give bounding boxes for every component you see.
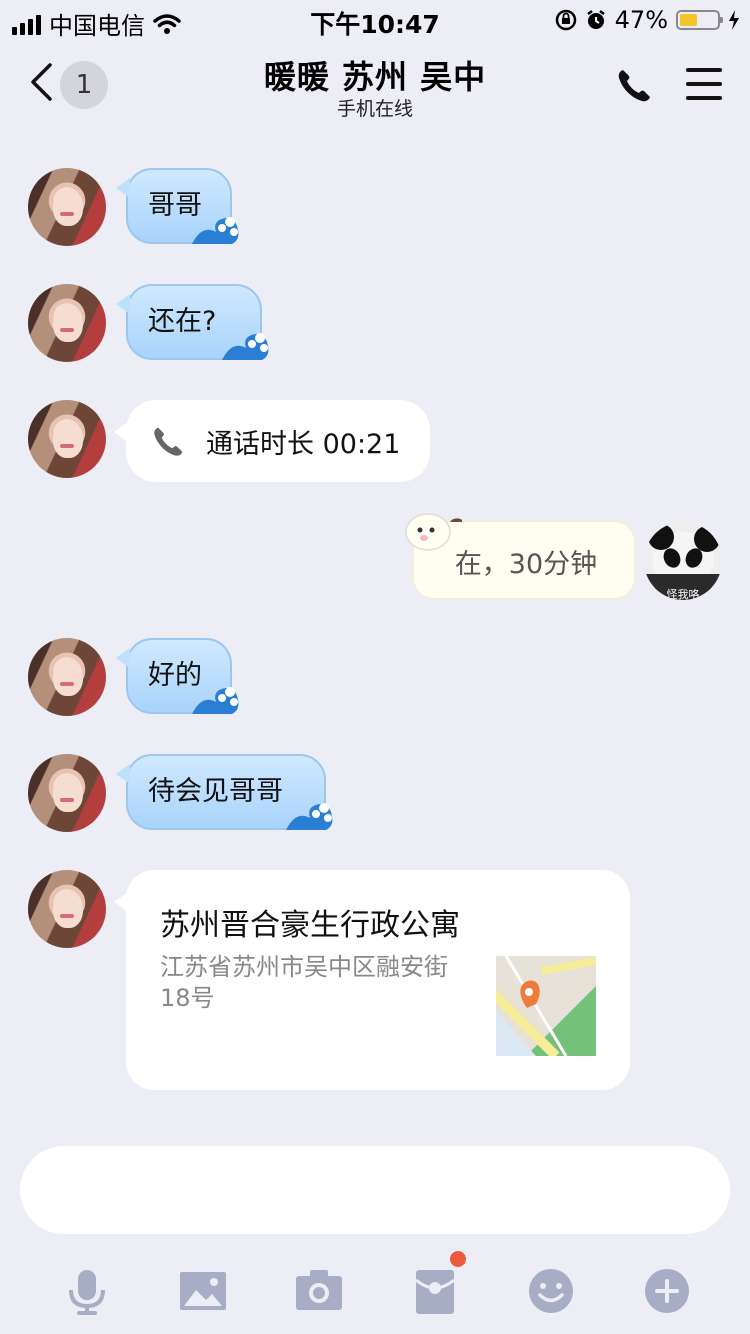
message-bubble[interactable]: 哥哥 <box>116 168 239 244</box>
rotation-lock-icon <box>555 9 576 31</box>
call-duration: 通话时长 00:21 <box>206 429 401 460</box>
sheep-decoration-icon <box>405 513 462 551</box>
menu-icon[interactable] <box>686 68 722 100</box>
avatar-caption: 怪我咯 <box>666 588 700 600</box>
location-card[interactable]: 苏州晋合豪生行政公寓 江苏省苏州市吴中区融安街18号 <box>114 870 630 1090</box>
avatar[interactable] <box>28 284 106 362</box>
wave-decoration-icon <box>192 687 239 714</box>
alarm-icon <box>586 10 605 29</box>
map-thumbnail-icon <box>496 956 596 1056</box>
red-packet-icon[interactable] <box>410 1266 460 1316</box>
battery-icon <box>676 10 723 30</box>
camera-icon[interactable] <box>294 1266 344 1316</box>
chat-header: 1 暖暖 苏州 吴中 手机在线 <box>0 40 750 128</box>
notification-dot <box>448 1249 468 1269</box>
avatar[interactable] <box>28 870 106 948</box>
message-text: 待会见哥哥 <box>148 776 283 807</box>
my-avatar[interactable]: 怪我咯 <box>644 522 722 600</box>
message-bubble[interactable]: 好的 <box>116 638 239 714</box>
call-record-bubble[interactable]: 通话时长 00:21 <box>114 400 430 482</box>
avatar[interactable] <box>28 754 106 832</box>
wave-decoration-icon <box>286 803 333 830</box>
charging-icon <box>729 10 739 30</box>
phone-icon <box>154 427 183 456</box>
emoji-icon[interactable] <box>526 1266 576 1316</box>
location-address: 江苏省苏州市吴中区融安街18号 <box>160 953 448 1012</box>
status-bar: 中国电信 下午10:47 47% <box>0 0 750 40</box>
avatar[interactable] <box>28 168 106 246</box>
avatar[interactable] <box>28 638 106 716</box>
input-panel <box>0 1126 750 1334</box>
message-input[interactable] <box>20 1146 730 1234</box>
message-bubble[interactable]: 待会见哥哥 <box>116 754 333 830</box>
battery-percent: 47% <box>614 6 668 34</box>
avatar[interactable] <box>28 400 106 478</box>
microphone-icon[interactable] <box>62 1266 112 1316</box>
phone-call-icon[interactable] <box>614 66 654 106</box>
wave-decoration-icon <box>222 333 269 360</box>
image-icon[interactable] <box>178 1266 228 1316</box>
plus-icon[interactable] <box>642 1266 692 1316</box>
wave-decoration-icon <box>192 217 239 244</box>
message-bubble[interactable]: 还在? <box>116 284 269 360</box>
location-title: 苏州晋合豪生行政公寓 <box>160 908 460 943</box>
message-text: 还在? <box>148 306 217 337</box>
